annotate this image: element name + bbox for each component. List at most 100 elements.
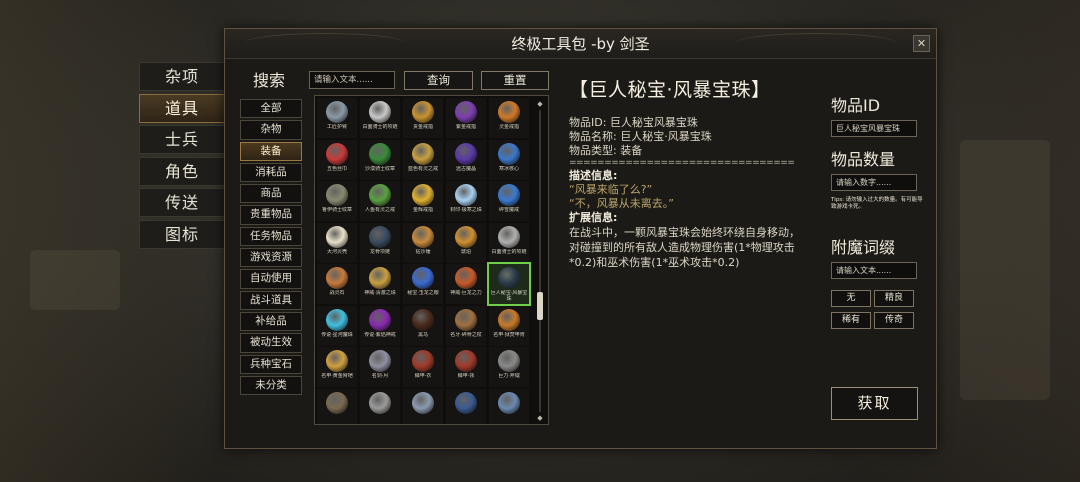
title-bar[interactable]: 终极工具包 -by 剑圣 [225, 29, 936, 59]
side-menu-item[interactable]: 角色 [139, 156, 225, 186]
category-button[interactable]: 自动使用 [240, 269, 302, 289]
item-icon [326, 225, 348, 248]
toolkit-window: 终极工具包 -by 剑圣 ✕ 搜索 请输入文本...... 查询 重置 全部 杂物… [224, 28, 937, 449]
side-menu-item[interactable]: 杂项 [139, 62, 225, 91]
description-heading: 描述信息: [569, 169, 618, 182]
query-button[interactable]: 查询 [404, 71, 473, 90]
item-slot-label: 传说·星河魔珠 [321, 331, 353, 338]
category-button[interactable]: 贵重物品 [240, 205, 302, 225]
item-slot[interactable]: 秘宝·玉龙之眼 [403, 264, 443, 304]
item-slot-label: 传说·紫焰神戒 [364, 331, 396, 338]
item-slot[interactable]: 紫金戒指 [446, 98, 486, 138]
category-button[interactable]: 补给品 [240, 311, 302, 332]
quality-none-button[interactable]: 无 [831, 290, 871, 307]
item-slot[interactable]: 传说·星河魔珠 [317, 305, 357, 346]
category-button[interactable]: 杂物 [240, 120, 302, 140]
item-slot[interactable]: 人鱼有灵之戒 [360, 181, 400, 221]
item-slot[interactable]: 碎雪魔戒 [489, 181, 529, 221]
item-icon [326, 391, 348, 414]
item-icon [455, 142, 477, 165]
category-button[interactable]: 任务物品 [240, 226, 302, 247]
category-button[interactable]: 游戏资源 [240, 248, 302, 268]
item-slot[interactable]: 战灵石 [317, 264, 357, 304]
scroll-down-icon[interactable]: ◆ [536, 414, 544, 422]
item-slot[interactable]: 名牙·碎骨之杖 [446, 305, 486, 346]
item-icon [498, 225, 520, 248]
category-button[interactable]: 兵种宝石 [240, 354, 302, 374]
item-slot[interactable]: 五色丝巾 [317, 139, 357, 180]
item-icon [369, 267, 391, 289]
item-slot[interactable]: 名甲·狱焚甲胄 [489, 305, 529, 346]
item-slot[interactable]: 灵金戒指 [489, 98, 529, 138]
item-slot[interactable]: 贵金戒指 [403, 98, 443, 138]
quality-legendary-button[interactable]: 传奇 [874, 312, 914, 329]
item-slot[interactable]: 鳞甲·衣 [403, 347, 443, 387]
item-icon [498, 101, 520, 123]
item-slot[interactable]: 白面骑士的项链 [360, 98, 400, 138]
item-icon [455, 391, 477, 414]
category-button[interactable]: 消耗品 [240, 162, 302, 183]
item-slot[interactable] [360, 388, 400, 425]
category-button[interactable]: 战斗道具 [240, 290, 302, 310]
side-menu-item[interactable]: 传送 [139, 188, 225, 218]
get-item-button[interactable]: 获取 [831, 387, 918, 420]
scroll-thumb[interactable] [537, 292, 543, 320]
item-slot[interactable]: 名剑·月 [360, 347, 400, 387]
side-menu-item[interactable]: 士兵 [139, 125, 225, 155]
item-slot-label: 神威·清澈之珠 [364, 290, 396, 296]
item-slot[interactable]: 金辉戒指 [403, 181, 443, 221]
item-icon [326, 267, 348, 289]
item-slot[interactable] [403, 388, 443, 424]
item-slot[interactable]: 琥珀 [446, 222, 486, 263]
search-title: 搜索 [253, 71, 286, 90]
category-button[interactable]: 商品 [240, 184, 302, 204]
category-button[interactable]: 被动生效 [240, 333, 302, 353]
item-slot[interactable]: 寒冰核心 [489, 139, 529, 180]
category-button[interactable]: 装备 [240, 141, 302, 161]
side-menu-item[interactable]: 道具 [139, 93, 225, 123]
item-slot[interactable]: 龙骨项链 [360, 222, 400, 263]
item-slot[interactable] [446, 388, 486, 424]
side-menu-item[interactable]: 图标 [139, 219, 225, 249]
item-slot[interactable]: 鲁伊骑士纹章 [317, 181, 357, 221]
item-slot[interactable]: 沙漠骑士纹章 [360, 139, 400, 180]
item-slot[interactable]: 封印·极寒之珠 [446, 181, 486, 221]
quality-fine-button[interactable]: 精良 [874, 290, 914, 307]
item-slot-label [360, 415, 400, 425]
item-slot[interactable]: 巨力·斧钺 [489, 347, 529, 387]
item-slot[interactable]: 黑马 [403, 305, 443, 346]
item-slot[interactable]: 神威·清澈之珠 [360, 264, 400, 304]
title-ornament [736, 33, 896, 53]
item-slot[interactable]: 大河贝壳 [317, 222, 357, 263]
item-slot[interactable]: 名甲·黄金臂铠 [317, 347, 357, 387]
item-id-field[interactable]: 巨人秘宝风暴宝珠 [831, 120, 917, 137]
item-slot-label [489, 415, 529, 425]
item-icon [326, 184, 348, 206]
search-input[interactable]: 请输入文本...... [309, 71, 395, 89]
item-icon [369, 350, 391, 372]
grid-scrollbar[interactable]: ◆ ◆ [536, 100, 544, 422]
item-slot-label: 远古魔晶 [455, 165, 476, 172]
item-slot[interactable]: 神威·巨龙之力 [446, 264, 486, 304]
item-slot-label: 名甲·黄金臂铠 [321, 373, 353, 379]
item-slot[interactable]: 远古魔晶 [446, 139, 486, 180]
close-button[interactable]: ✕ [913, 35, 930, 52]
reset-button[interactable]: 重置 [481, 71, 549, 90]
item-icon [412, 225, 434, 248]
item-slot[interactable]: 鳞甲·领 [446, 347, 486, 387]
category-button[interactable]: 未分类 [240, 375, 302, 396]
item-slot[interactable]: 白面骑士的项链 [489, 222, 529, 263]
item-slot[interactable]: 工匠护臂 [317, 98, 357, 138]
item-slot[interactable]: 传说·紫焰神戒 [360, 305, 400, 346]
quantity-field[interactable]: 请输入数字...... [831, 174, 917, 191]
item-slot-label: 碎雪魔戒 [498, 207, 519, 213]
item-slot[interactable]: 钻沙锤 [403, 222, 443, 263]
item-slot[interactable] [317, 388, 357, 424]
item-slot[interactable]: 巨人秘宝·风暴宝珠 [487, 262, 531, 306]
item-slot[interactable] [489, 388, 529, 425]
enchant-field[interactable]: 请输入文本...... [831, 262, 917, 279]
category-button[interactable]: 全部 [240, 99, 302, 119]
scroll-up-icon[interactable]: ◆ [536, 100, 544, 108]
quality-rare-button[interactable]: 稀有 [831, 312, 871, 329]
item-slot[interactable]: 蓝色有灵之戒 [403, 139, 443, 180]
